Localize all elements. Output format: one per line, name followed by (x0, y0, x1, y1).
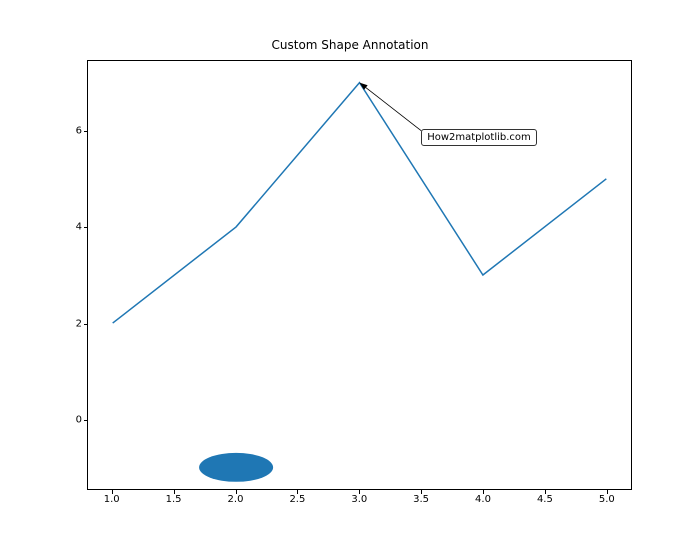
xtick-label: 2.5 (289, 494, 305, 505)
ellipse-shape (199, 453, 273, 482)
data-line (113, 83, 607, 323)
xtick-mark (421, 490, 422, 494)
ytick-label: 2 (52, 318, 82, 329)
xtick-label: 5.0 (599, 494, 615, 505)
line-series (113, 83, 607, 323)
annotation-text: How2matplotlib.com (427, 132, 531, 143)
chart-title: Custom Shape Annotation (0, 38, 700, 52)
arrow-head-icon (360, 83, 368, 90)
xtick-label: 1.0 (104, 494, 120, 505)
ytick-label: 4 (52, 222, 82, 233)
plot-area: How2matplotlib.com (87, 60, 632, 490)
xtick-mark (112, 490, 113, 494)
xtick-mark (297, 490, 298, 494)
xtick-mark (483, 490, 484, 494)
ytick-label: 0 (52, 414, 82, 425)
xtick-mark (359, 490, 360, 494)
xtick-mark (174, 490, 175, 494)
xtick-label: 2.0 (228, 494, 244, 505)
xtick-label: 3.0 (351, 494, 367, 505)
xtick-label: 4.0 (475, 494, 491, 505)
annotation-arrow (360, 83, 422, 131)
ytick-label: 6 (52, 126, 82, 137)
xtick-mark (545, 490, 546, 494)
annotation-label: How2matplotlib.com (421, 129, 537, 146)
xtick-mark (236, 490, 237, 494)
xtick-label: 3.5 (413, 494, 429, 505)
ellipse-icon (199, 453, 273, 482)
xtick-mark (607, 490, 608, 494)
figure: Custom Shape Annotation 0 2 4 6 1.0 1.5 … (0, 0, 700, 560)
arrow-line (366, 88, 421, 131)
xtick-label: 4.5 (537, 494, 553, 505)
plot-svg (88, 61, 631, 489)
xtick-label: 1.5 (166, 494, 182, 505)
